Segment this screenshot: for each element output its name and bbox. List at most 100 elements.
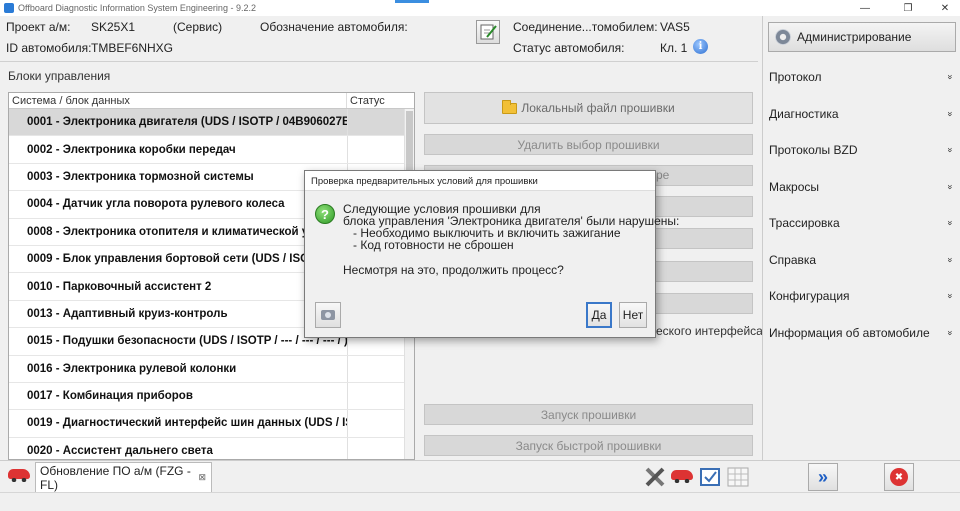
- sidebar-item-label: Справка: [769, 253, 817, 267]
- screenshot-button[interactable]: [315, 302, 341, 328]
- vehicle-id-label: ID автомобиля:: [6, 41, 92, 55]
- cell-status: [347, 437, 405, 459]
- cell-status: [347, 355, 405, 382]
- dialog-title: Проверка предварительных условий для про…: [305, 171, 655, 191]
- project-value: SK25X1: [91, 20, 136, 34]
- administration-label: Администрирование: [797, 30, 912, 44]
- column-status[interactable]: Статус: [347, 93, 388, 108]
- sidebar-item-4[interactable]: Трассировка »: [769, 211, 957, 235]
- project-label: Проект а/м:: [6, 20, 71, 34]
- tab-close-icon[interactable]: ⊠: [198, 472, 206, 483]
- chevron-down-icon: »: [945, 293, 956, 299]
- cell-system: 0002 - Электроника коробки передач: [27, 143, 236, 156]
- minimize-button[interactable]: —: [850, 0, 880, 16]
- maximize-button[interactable]: ❐: [893, 0, 923, 16]
- question-icon: ?: [315, 204, 335, 224]
- sidebar-item-7[interactable]: Информация об автомобиле »: [769, 321, 957, 345]
- vehicle-status-value: Кл. 15: [660, 41, 688, 55]
- chevron-down-icon: »: [945, 257, 956, 263]
- cell-system: 0013 - Адаптивный круиз-контроль: [27, 307, 228, 320]
- close-session-button[interactable]: ✖: [884, 463, 914, 491]
- table-header: Система / блок данных Статус: [9, 93, 414, 109]
- chevron-down-icon: »: [945, 220, 956, 226]
- column-system[interactable]: Система / блок данных: [9, 93, 347, 108]
- sidebar-item-5[interactable]: Справка »: [769, 248, 957, 272]
- start-flash-button[interactable]: Запуск прошивки: [424, 404, 753, 425]
- sidebar-item-label: Трассировка: [769, 216, 840, 230]
- sidebar-item-2[interactable]: Протоколы BZD »: [769, 138, 957, 162]
- camera-icon: [321, 310, 335, 320]
- grid-icon[interactable]: [727, 466, 749, 488]
- dialog-question: Несмотря на это, продолжить процесс?: [343, 263, 564, 277]
- interface-option-label: еского интерфейса: [656, 324, 763, 338]
- local-file-button[interactable]: Локальный файл прошивки: [424, 92, 753, 124]
- cell-status: [347, 136, 405, 163]
- sidebar-item-0[interactable]: Протокол »: [769, 65, 957, 89]
- cell-system: 0004 - Датчик угла поворота рулевого кол…: [27, 198, 285, 211]
- sidebar-item-label: Конфигурация: [769, 289, 850, 303]
- edit-note-icon: [480, 24, 497, 40]
- delete-selection-button[interactable]: Удалить выбор прошивки: [424, 134, 753, 155]
- table-row[interactable]: 0020 - Ассистент дальнего света: [9, 437, 414, 459]
- start-quick-flash-button[interactable]: Запуск быстрой прошивки: [424, 435, 753, 456]
- next-button[interactable]: »: [808, 463, 838, 491]
- chevron-down-icon: »: [945, 111, 956, 117]
- info-icon[interactable]: i: [693, 39, 708, 54]
- gear-icon: [775, 29, 791, 45]
- cell-system: 0001 - Электроника двигателя (UDS / ISOT…: [27, 116, 347, 129]
- action-button-3-label: ре: [656, 168, 670, 182]
- connection-label: Соединение...томобилем:: [513, 20, 658, 34]
- checkbox-icon[interactable]: [699, 466, 721, 488]
- sidebar-item-3[interactable]: Макросы »: [769, 175, 957, 199]
- table-row[interactable]: 0016 - Электроника рулевой колонки: [9, 355, 414, 383]
- car-icon[interactable]: [8, 469, 30, 482]
- chevron-down-icon: »: [945, 330, 956, 336]
- dialog-line-4: - Код готовности не сброшен: [353, 238, 514, 252]
- cell-system: 0008 - Электроника отопителя и климатиче…: [27, 225, 320, 238]
- table-row[interactable]: 0019 - Диагностический интерфейс шин дан…: [9, 410, 414, 438]
- window-title: Offboard Diagnostic Information System E…: [18, 3, 256, 13]
- administration-button[interactable]: Администрирование: [768, 22, 956, 52]
- close-window-button[interactable]: ✕: [930, 0, 960, 16]
- sidebar-item-label: Протоколы BZD: [769, 143, 858, 157]
- tools-icon[interactable]: [644, 466, 666, 488]
- edit-designation-button[interactable]: [476, 20, 500, 44]
- no-button[interactable]: Нет: [619, 302, 647, 328]
- service-label: (Сервис): [173, 20, 223, 34]
- chevron-down-icon: »: [945, 74, 956, 80]
- folder-icon: [502, 99, 518, 114]
- table-row[interactable]: 0002 - Электроника коробки передач: [9, 136, 414, 164]
- tab-software-update[interactable]: Обновление ПО а/м (FZG - FL) ⊠: [35, 462, 212, 492]
- chevron-down-icon: »: [945, 184, 956, 190]
- vehicle-id-value: TMBEF6NHXG: [91, 41, 174, 55]
- double-chevron-right-icon: »: [817, 467, 828, 487]
- table-row[interactable]: 0017 - Комбинация приборов: [9, 382, 414, 411]
- sidebar-item-label: Макросы: [769, 180, 820, 194]
- sidebar-item-6[interactable]: Конфигурация »: [769, 284, 957, 308]
- vehicle-info-bar: Проект а/м: SK25X1 (Сервис) Обозначение …: [0, 16, 758, 62]
- cell-status: [347, 109, 405, 136]
- cell-status: [347, 382, 405, 410]
- title-bar: Offboard Diagnostic Information System E…: [0, 0, 960, 16]
- bottom-bar: Обновление ПО а/м (FZG - FL) ⊠ » ✖: [0, 460, 960, 492]
- local-file-label: Локальный файл прошивки: [521, 101, 675, 115]
- cell-status: [347, 410, 405, 437]
- title-accent: [395, 0, 429, 3]
- panel-title: Блоки управления: [8, 69, 111, 83]
- cell-system: 0017 - Комбинация приборов: [27, 390, 193, 403]
- vehicle-icon[interactable]: [671, 470, 693, 483]
- app-icon: [4, 3, 14, 13]
- vehicle-status-label: Статус автомобиля:: [513, 41, 625, 55]
- sidebar-item-label: Протокол: [769, 70, 822, 84]
- cell-system: 0016 - Электроника рулевой колонки: [27, 362, 237, 375]
- cell-system: 0020 - Ассистент дальнего света: [27, 444, 213, 457]
- precondition-dialog: Проверка предварительных условий для про…: [304, 170, 679, 338]
- sidebar-item-1[interactable]: Диагностика »: [769, 102, 957, 126]
- cell-system: 0010 - Парковочный ассистент 2: [27, 280, 212, 293]
- yes-button[interactable]: Да: [586, 302, 612, 328]
- status-bar: [0, 492, 960, 511]
- table-row[interactable]: 0001 - Электроника двигателя (UDS / ISOT…: [9, 109, 414, 137]
- close-circle-icon: ✖: [890, 468, 908, 486]
- cell-system: 0015 - Подушки безопасности (UDS / ISOTP…: [27, 335, 347, 348]
- right-sidebar: Администрирование Протокол» Диагностика» П…: [762, 16, 960, 460]
